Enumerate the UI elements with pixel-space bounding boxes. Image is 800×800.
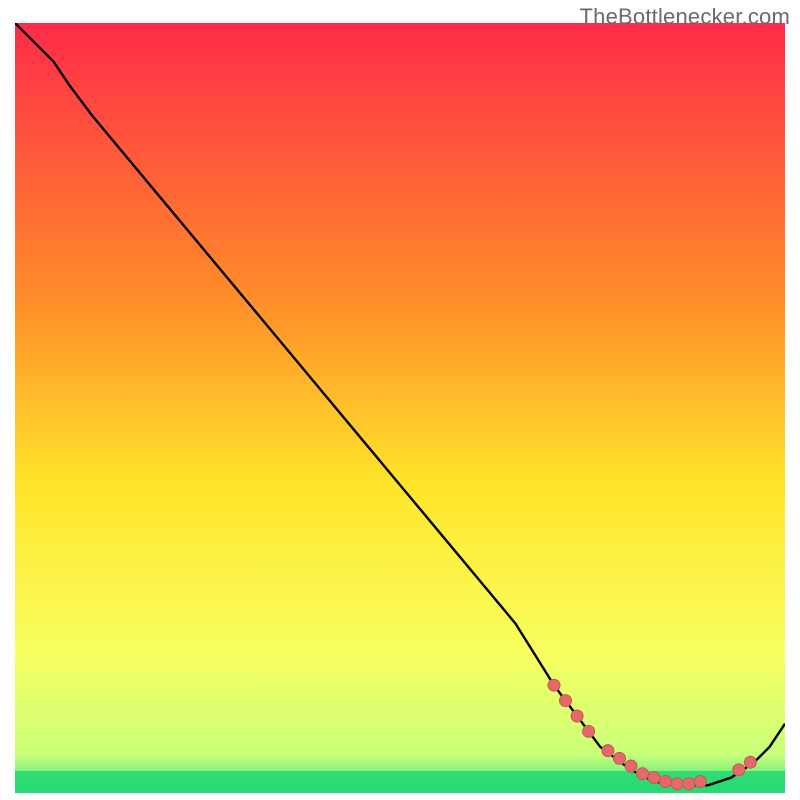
watermark-text: TheBottlenecker.com: [580, 4, 790, 30]
plot-area: [15, 23, 785, 793]
curve-marker: [733, 764, 745, 776]
curve-marker: [637, 768, 649, 780]
curve-marker: [614, 752, 626, 764]
curve-marker: [571, 710, 583, 722]
curve-marker: [660, 776, 672, 788]
curve-marker: [648, 772, 660, 784]
curve-marker: [683, 778, 695, 790]
gradient-background: [15, 23, 785, 793]
curve-marker: [671, 778, 683, 790]
chart-svg: [15, 23, 785, 793]
curve-marker: [602, 745, 614, 757]
curve-marker: [548, 679, 560, 691]
curve-marker: [694, 776, 706, 788]
curve-marker: [744, 756, 756, 768]
chart-canvas: TheBottlenecker.com: [0, 0, 800, 800]
curve-marker: [625, 760, 637, 772]
curve-marker: [560, 695, 572, 707]
curve-marker: [583, 725, 595, 737]
